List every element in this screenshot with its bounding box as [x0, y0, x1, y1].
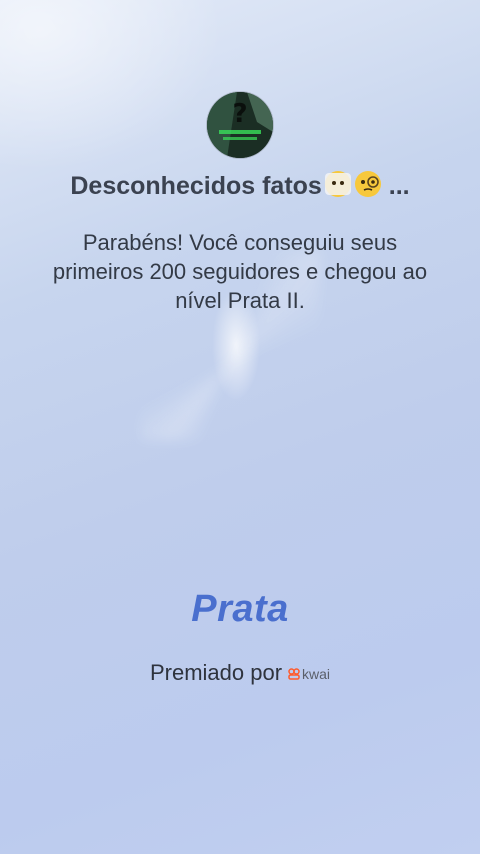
- kwai-logo: kwai: [288, 666, 330, 682]
- kwai-logo-icon: [288, 668, 300, 680]
- question-mark-avatar-icon: ?: [207, 92, 273, 158]
- level-title: Prata: [191, 588, 289, 630]
- awarded-by-label: Premiado por: [149, 660, 283, 685]
- svg-text:?: ?: [232, 99, 247, 129]
- creator-avatar: ?: [207, 92, 273, 158]
- kwai-brand-text: kwai: [302, 666, 331, 682]
- monocle-face-emoji: [354, 171, 381, 197]
- creator-name-text: Desconhecidos fatos: [70, 172, 322, 200]
- peeking-face-emoji: [324, 171, 351, 197]
- awarded-by: Premiado por kwai: [0, 660, 480, 686]
- congratulations-message: Parabéns! Você conseguiu seus primeiros …: [52, 230, 428, 313]
- creator-name-ellipsis: ...: [388, 172, 410, 200]
- creator-name: Desconhecidos fatos ...: [0, 170, 480, 201]
